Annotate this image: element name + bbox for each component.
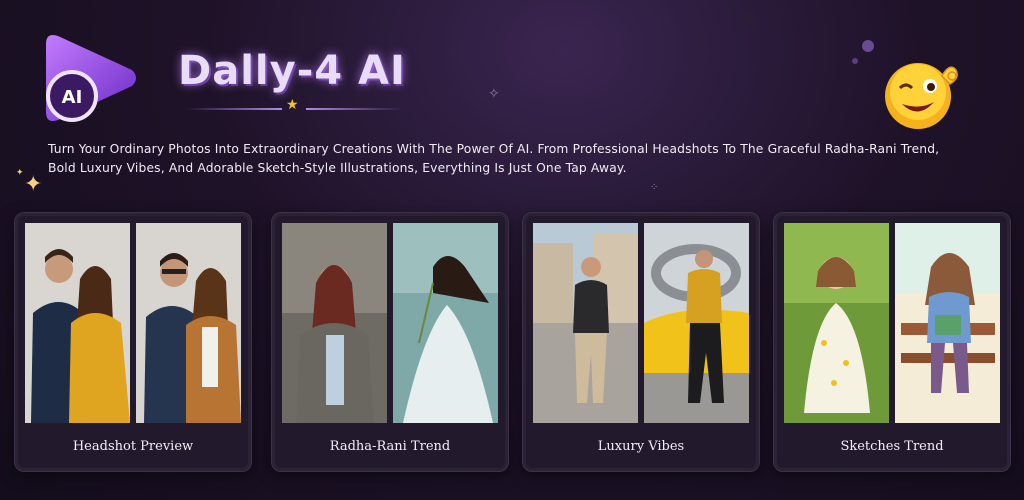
winking-emoji-icon xyxy=(885,63,958,129)
decor-dot xyxy=(742,12,756,26)
couple-photo-icon xyxy=(136,223,241,423)
logo-badge-text: AI xyxy=(62,87,83,108)
sparkle-icon: ⁘ xyxy=(650,182,659,193)
preview-image xyxy=(784,223,889,423)
sparkle-icon: ✦ xyxy=(24,172,43,197)
woman-in-gown-icon xyxy=(393,223,498,423)
decor-dot xyxy=(852,58,858,64)
decor-dot xyxy=(862,40,874,52)
card-caption: Headshot Preview xyxy=(72,439,194,454)
card-caption: Luxury Vibes xyxy=(597,439,685,454)
man-in-city-icon xyxy=(533,223,638,423)
man-with-sports-car-icon xyxy=(644,223,749,423)
card-radha-rani-trend[interactable]: Radha-Rani Trend xyxy=(271,212,509,472)
tagline: Turn Your Ordinary Photos Into Extraordi… xyxy=(48,142,940,175)
app-logo: AI xyxy=(46,35,136,122)
preview-image xyxy=(136,223,241,423)
sparkle-icon: ✧ xyxy=(488,86,500,102)
woman-portrait-icon xyxy=(282,223,387,423)
preview-image xyxy=(25,223,130,423)
card-caption: Sketches Trend xyxy=(840,439,944,454)
card-sketches-trend[interactable]: Sketches Trend xyxy=(773,212,1011,472)
girl-sketch-icon xyxy=(895,223,1000,423)
preview-image xyxy=(533,223,638,423)
title-underline: ★ xyxy=(186,97,406,116)
card-headshot-preview[interactable]: Headshot Preview xyxy=(14,212,252,472)
couple-photo-icon xyxy=(25,223,130,423)
preview-image xyxy=(393,223,498,423)
sparkle-icon: ✦ xyxy=(16,168,24,178)
star-icon: ★ xyxy=(286,97,299,113)
child-in-park-icon xyxy=(784,223,889,423)
card-luxury-vibes[interactable]: Luxury Vibes xyxy=(522,212,760,472)
app-title: Dally-4 AI xyxy=(178,48,406,94)
preview-image xyxy=(895,223,1000,423)
preview-image xyxy=(282,223,387,423)
preview-image xyxy=(644,223,749,423)
card-caption: Radha-Rani Trend xyxy=(329,439,451,454)
